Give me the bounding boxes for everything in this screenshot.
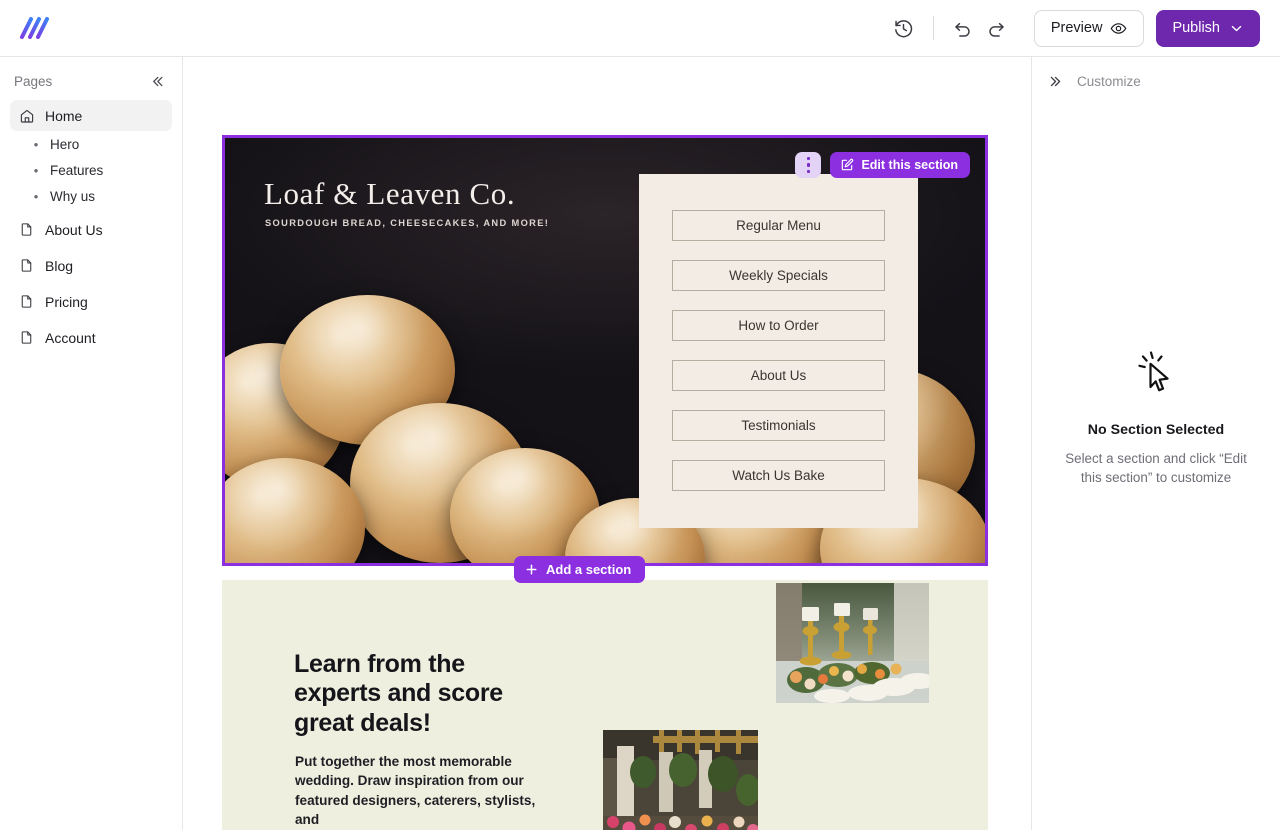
sidebar-item-home[interactable]: Home	[10, 100, 172, 131]
edit-this-section-button[interactable]: Edit this section	[830, 152, 970, 178]
sidebar-section-hero[interactable]: • Hero	[10, 131, 172, 157]
page-icon	[18, 257, 35, 274]
cursor-click-icon	[1132, 347, 1180, 400]
features-section[interactable]: Learn from the experts and score great d…	[222, 580, 988, 830]
home-icon	[18, 107, 35, 124]
customize-panel: Customize No Section Selected Select a s…	[1031, 57, 1280, 830]
publish-button[interactable]: Publish	[1156, 9, 1260, 47]
wedding-table-candlesticks-photo	[776, 583, 929, 703]
collapse-sidebar-icon[interactable]	[146, 70, 168, 92]
section-body-text: Put together the most memorable wedding.…	[295, 754, 536, 827]
sidebar-section-label: Why us	[50, 188, 96, 204]
plus-icon	[524, 562, 539, 577]
preview-button[interactable]: Preview	[1033, 9, 1145, 47]
canvas-content: Loaf & Leaven Co. SOURDOUGH BREAD, CHEES…	[222, 135, 988, 830]
menu-button-label: Regular Menu	[736, 218, 821, 233]
menu-button-testimonials[interactable]: Testimonials	[672, 410, 885, 441]
menu-button-regular-menu[interactable]: Regular Menu	[672, 210, 885, 241]
menu-button-about-us[interactable]: About Us	[672, 360, 885, 391]
menu-button-weekly-specials[interactable]: Weekly Specials	[672, 260, 885, 291]
history-icon[interactable]	[887, 11, 921, 45]
menu-button-label: Weekly Specials	[729, 268, 828, 283]
sidebar-item-about-us[interactable]: About Us	[10, 214, 172, 245]
no-section-empty-state: No Section Selected Select a section and…	[1032, 347, 1280, 487]
pages-sidebar: Pages Home • Hero • Features • Why us Ab…	[0, 57, 183, 830]
publish-label: Publish	[1172, 20, 1220, 36]
sidebar-section-label: Features	[50, 162, 104, 178]
sidebar-item-label: Pricing	[45, 293, 88, 310]
section-edit-toolbar: Edit this section	[795, 152, 970, 178]
top-toolbar: Preview Publish	[0, 0, 1280, 57]
bullet-icon: •	[33, 136, 39, 152]
undo-icon[interactable]	[946, 11, 980, 45]
add-section-button[interactable]: Add a section	[514, 556, 646, 583]
sidebar-item-label: Account	[45, 329, 96, 346]
sidebar-header: Pages	[10, 62, 172, 100]
customize-panel-title: Customize	[1077, 73, 1141, 89]
redo-icon[interactable]	[980, 11, 1014, 45]
menu-button-label: Watch Us Bake	[732, 468, 825, 483]
bullet-icon: •	[33, 188, 39, 204]
app-body: Pages Home • Hero • Features • Why us Ab…	[0, 57, 1280, 830]
add-section-label: Add a section	[546, 562, 632, 577]
hero-menu-card: Regular Menu Weekly Specials How to Orde…	[639, 174, 918, 528]
menu-button-label: How to Order	[738, 318, 819, 333]
empty-state-description: Select a section and click “Edit this se…	[1065, 451, 1247, 485]
customize-panel-header: Customize	[1032, 62, 1280, 100]
hero-section[interactable]: Loaf & Leaven Co. SOURDOUGH BREAD, CHEES…	[222, 135, 988, 583]
hero-menu-list: Regular Menu Weekly Specials How to Orde…	[639, 174, 918, 491]
menu-button-label: Testimonials	[741, 418, 816, 433]
sidebar-item-account[interactable]: Account	[10, 322, 172, 353]
bullet-icon: •	[33, 162, 39, 178]
menu-button-label: About Us	[750, 368, 807, 383]
page-icon	[18, 221, 35, 238]
hero-background: Loaf & Leaven Co. SOURDOUGH BREAD, CHEES…	[225, 138, 985, 563]
empty-state-title: No Section Selected	[1087, 422, 1225, 438]
sidebar-item-label: About Us	[45, 221, 103, 238]
preview-label: Preview	[1050, 20, 1103, 36]
sidebar-section-why-us[interactable]: • Why us	[10, 183, 172, 209]
app-root: Preview Publish Pages Home • Hero • Feat…	[0, 0, 1280, 830]
expand-panel-icon[interactable]	[1048, 74, 1063, 89]
hero-title: Loaf & Leaven Co.	[264, 176, 516, 211]
triple-slash-logo[interactable]	[16, 11, 58, 45]
edit-this-section-label: Edit this section	[861, 158, 958, 172]
menu-button-watch-us-bake[interactable]: Watch Us Bake	[672, 460, 885, 491]
sidebar-item-label: Blog	[45, 257, 74, 274]
page-icon	[18, 329, 35, 346]
chevron-down-icon	[1229, 21, 1244, 36]
sidebar-item-label: Home	[45, 107, 83, 124]
sidebar-title: Pages	[14, 73, 53, 89]
wedding-venue-flowers-photo	[603, 730, 758, 830]
toolbar-divider	[932, 16, 934, 40]
menu-button-how-to-order[interactable]: How to Order	[672, 310, 885, 341]
pencil-square-icon	[840, 158, 854, 172]
eye-icon	[1110, 20, 1127, 37]
toolbar-actions: Preview Publish	[887, 9, 1260, 47]
sidebar-item-pricing[interactable]: Pricing	[10, 286, 172, 317]
page-icon	[18, 293, 35, 310]
sidebar-section-label: Hero	[50, 136, 80, 152]
sidebar-section-features[interactable]: • Features	[10, 157, 172, 183]
page-canvas[interactable]: Loaf & Leaven Co. SOURDOUGH BREAD, CHEES…	[183, 57, 1031, 830]
hero-subtitle: SOURDOUGH BREAD, CHEESECAKES, AND MORE!	[265, 218, 550, 228]
section-heading: Learn from the experts and score great d…	[294, 650, 503, 737]
section-more-options-icon[interactable]	[795, 152, 822, 178]
sidebar-item-blog[interactable]: Blog	[10, 250, 172, 281]
